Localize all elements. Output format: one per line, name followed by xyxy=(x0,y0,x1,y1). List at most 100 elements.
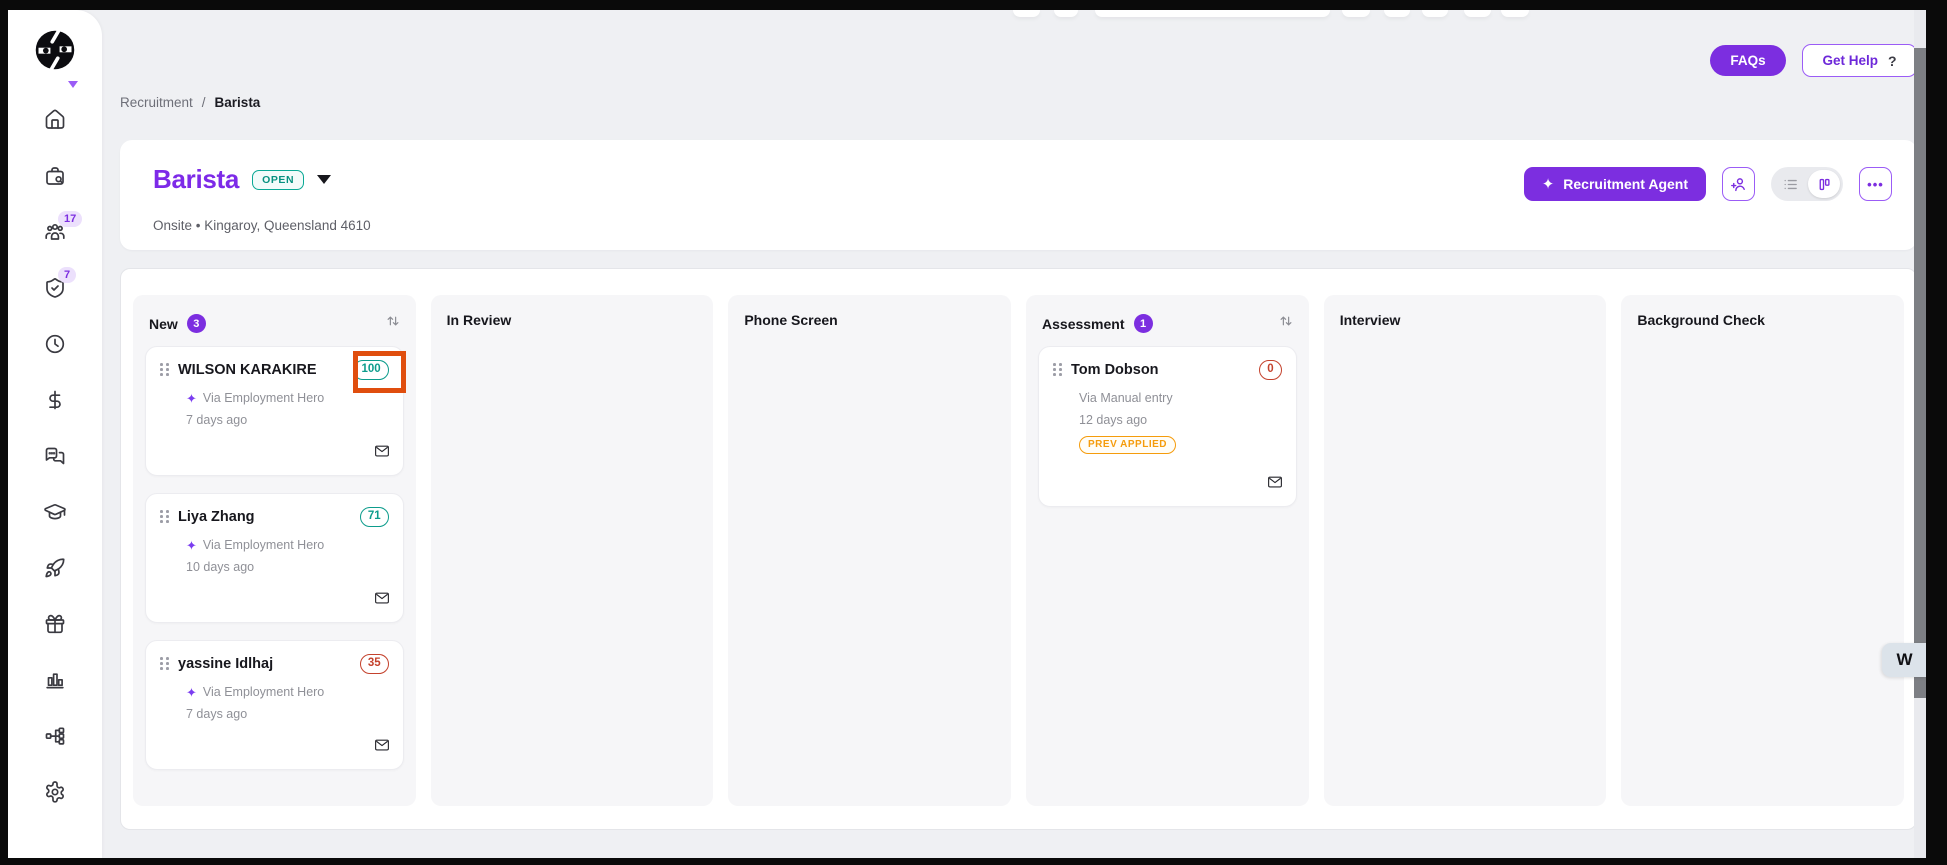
column-new: New 3 WILSON KARAKIRE 100 ✦ Via xyxy=(133,295,416,806)
email-icon[interactable] xyxy=(373,442,391,465)
employment-hero-logo[interactable] xyxy=(8,28,102,72)
logo-dropdown-caret-icon xyxy=(68,81,78,88)
status-dropdown-caret-icon[interactable] xyxy=(317,175,331,184)
sidebar-item-learning[interactable] xyxy=(43,500,67,524)
breadcrumb-recruitment[interactable]: Recruitment xyxy=(120,95,193,110)
column-title: Interview xyxy=(1340,312,1401,328)
candidate-source: Via Manual entry xyxy=(1079,391,1173,405)
sidebar-item-messages[interactable] xyxy=(43,444,67,468)
sparkle-icon: ✦ xyxy=(186,392,197,405)
sidebar-item-org-chart[interactable] xyxy=(43,724,67,748)
sidebar-item-reports[interactable] xyxy=(43,668,67,692)
browser-chrome-fragment xyxy=(1422,10,1448,17)
sidebar-item-people[interactable]: 17 xyxy=(43,220,67,244)
add-candidate-button[interactable] xyxy=(1722,167,1755,201)
faqs-button[interactable]: FAQs xyxy=(1710,45,1786,76)
drag-handle-icon[interactable] xyxy=(1053,363,1062,377)
kanban-board: New 3 WILSON KARAKIRE 100 ✦ Via xyxy=(120,268,1917,830)
candidate-time: 7 days ago xyxy=(186,707,389,721)
sidebar-item-approvals[interactable]: 7 xyxy=(43,276,67,300)
recruitment-agent-button[interactable]: ✦ Recruitment Agent xyxy=(1524,167,1706,201)
candidate-name: Tom Dobson xyxy=(1071,362,1250,378)
sidebar-item-settings[interactable] xyxy=(43,780,67,804)
graduation-cap-icon xyxy=(43,500,67,524)
browser-chrome-fragment xyxy=(1384,10,1410,17)
recruitment-agent-label: Recruitment Agent xyxy=(1563,176,1688,192)
list-view-toggle[interactable] xyxy=(1774,170,1806,198)
sparkle-icon: ✦ xyxy=(1542,177,1555,192)
email-icon[interactable] xyxy=(373,736,391,759)
more-options-button[interactable]: ••• xyxy=(1859,167,1892,201)
sidebar-item-jobs[interactable] xyxy=(43,164,67,188)
sparkle-icon: ✦ xyxy=(186,686,197,699)
candidate-source: Via Employment Hero xyxy=(203,538,324,552)
get-help-label: Get Help xyxy=(1822,53,1878,68)
settings-gear-icon xyxy=(43,780,67,804)
kanban-view-icon xyxy=(1816,176,1833,193)
ellipsis-icon: ••• xyxy=(1867,178,1884,191)
approvals-count-badge: 7 xyxy=(58,267,76,283)
sidebar: 17 7 xyxy=(8,10,102,858)
job-location: Onsite • Kingaroy, Queensland 4610 xyxy=(153,218,371,233)
candidate-source: Via Employment Hero xyxy=(203,391,324,405)
scrollbar-thumb[interactable] xyxy=(1914,48,1926,698)
sidebar-item-home[interactable] xyxy=(43,108,67,132)
app-screen: 17 7 xyxy=(8,10,1926,858)
browser-chrome-fragment xyxy=(1013,10,1040,17)
breadcrumb-separator: / xyxy=(202,95,206,110)
chat-icon xyxy=(43,444,67,468)
gift-icon xyxy=(43,612,67,636)
get-help-button[interactable]: Get Help ? xyxy=(1802,44,1917,77)
w-extension-tab[interactable]: W xyxy=(1882,643,1926,677)
browser-chrome-fragment xyxy=(1342,10,1370,17)
candidate-score-badge: 0 xyxy=(1259,360,1281,380)
candidate-score-badge: 100 xyxy=(353,360,388,380)
bar-chart-icon xyxy=(43,668,67,692)
sort-icon[interactable] xyxy=(384,312,402,335)
sidebar-item-timesheets[interactable] xyxy=(43,332,67,356)
rocket-icon xyxy=(43,556,67,580)
kanban-view-toggle[interactable] xyxy=(1808,170,1840,198)
clock-icon xyxy=(43,332,67,356)
column-background-check: Background Check xyxy=(1621,295,1904,806)
sort-icon[interactable] xyxy=(1277,312,1295,335)
email-icon[interactable] xyxy=(1266,473,1284,496)
candidate-card-liya-zhang[interactable]: Liya Zhang 71 ✦ Via Employment Hero 10 d… xyxy=(145,493,404,623)
drag-handle-icon[interactable] xyxy=(160,657,169,671)
candidate-card-tom-dobson[interactable]: Tom Dobson 0 Via Manual entry 12 days ag… xyxy=(1038,346,1297,507)
column-title: Phone Screen xyxy=(744,312,837,328)
candidate-card-wilson-karakire[interactable]: WILSON KARAKIRE 100 ✦ Via Employment Her… xyxy=(145,346,404,476)
screenshot-frame: 17 7 xyxy=(0,0,1947,865)
browser-chrome-fragment xyxy=(1501,10,1529,17)
page-title: Barista xyxy=(153,164,239,195)
sidebar-item-payroll[interactable] xyxy=(43,388,67,412)
browser-chrome-fragment xyxy=(1095,10,1330,17)
candidate-source: Via Employment Hero xyxy=(203,685,324,699)
column-title: In Review xyxy=(447,312,512,328)
candidate-time: 10 days ago xyxy=(186,560,389,574)
column-interview: Interview xyxy=(1324,295,1607,806)
user-plus-icon xyxy=(1729,175,1748,194)
dollar-icon xyxy=(43,388,67,412)
sidebar-item-careers[interactable] xyxy=(43,556,67,580)
drag-handle-icon[interactable] xyxy=(160,363,169,377)
org-chart-icon xyxy=(43,724,67,748)
column-title: Assessment xyxy=(1042,316,1125,332)
browser-chrome-fragment xyxy=(1464,10,1491,17)
candidate-name: WILSON KARAKIRE xyxy=(178,362,344,378)
employment-hero-logo-icon xyxy=(33,28,77,72)
column-title: New xyxy=(149,316,178,332)
browser-chrome-fragment xyxy=(1054,10,1078,17)
email-icon[interactable] xyxy=(373,589,391,612)
candidate-name: yassine Idlhaj xyxy=(178,656,351,672)
column-title: Background Check xyxy=(1637,312,1765,328)
candidate-time: 7 days ago xyxy=(186,413,389,427)
home-icon xyxy=(43,108,67,132)
view-toggle xyxy=(1771,167,1843,201)
sidebar-item-benefits[interactable] xyxy=(43,612,67,636)
candidate-card-yassine-idlhaj[interactable]: yassine Idlhaj 35 ✦ Via Employment Hero … xyxy=(145,640,404,770)
column-in-review: In Review xyxy=(431,295,714,806)
candidate-score-badge: 35 xyxy=(360,654,389,674)
job-header-card: Barista OPEN Onsite • Kingaroy, Queensla… xyxy=(120,140,1917,250)
drag-handle-icon[interactable] xyxy=(160,510,169,524)
